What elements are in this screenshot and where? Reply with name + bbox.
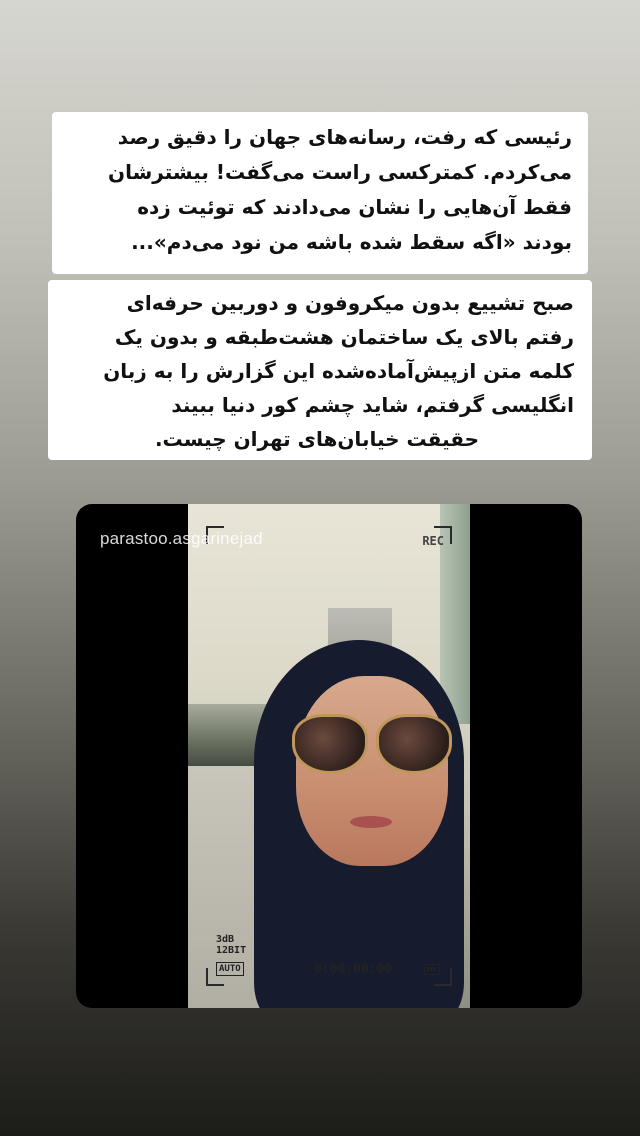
- caption-line: حقیقت خیابان‌های تهران چیست.: [154, 427, 480, 451]
- sunglasses-lens: [376, 714, 452, 774]
- video-player[interactable]: REC 3dB 12BIT AUTO 0:00:00:00: [76, 504, 582, 1008]
- audio-level: 3dB: [216, 934, 235, 945]
- caption-line: انگلیسی گرفتم، شاید چشم کور دنیا ببیند: [171, 393, 574, 417]
- sunglasses-lens: [292, 714, 368, 774]
- story-caption-first: رئیسی که رفت، رسانه‌های جهان را دقیق رصد…: [52, 112, 588, 274]
- caption-line: بودند «اگه سقط شده باشه من نود می‌دم»...: [131, 230, 572, 254]
- caption-line: کلمه متن ازپیش‌آماده‌شده این گزارش را به…: [103, 359, 574, 383]
- bit-depth: 12BIT: [216, 945, 247, 956]
- caption-line: فقط آن‌هایی را نشان می‌دادند که توئیت زد…: [137, 195, 572, 219]
- caption-line: می‌کردم. کمترکسی راست می‌گفت! بیشترشان: [108, 160, 572, 184]
- battery-icon: [424, 964, 440, 975]
- timecode: 0:00:00:00: [314, 962, 393, 977]
- caption-line: رئیسی که رفت، رسانه‌های جهان را دقیق رصد: [117, 125, 572, 149]
- auto-mode-badge: AUTO: [216, 962, 244, 976]
- caption-line: صبح تشییع بدون میکروفون و دوربین حرفه‌ای: [126, 291, 574, 315]
- reporter-mouth: [350, 816, 392, 828]
- audio-info: 3dB 12BIT: [216, 934, 246, 956]
- video-frame-image: REC 3dB 12BIT AUTO 0:00:00:00: [188, 504, 470, 1008]
- rec-label: REC: [422, 534, 444, 548]
- story-caption-second: صبح تشییع بدون میکروفون و دوربین حرفه‌ای…: [48, 280, 592, 460]
- username-watermark: parastoo.asgarinejad: [100, 529, 263, 548]
- caption-line: رفتم بالای یک ساختمان هشت‌طبقه و بدون یک: [114, 325, 574, 349]
